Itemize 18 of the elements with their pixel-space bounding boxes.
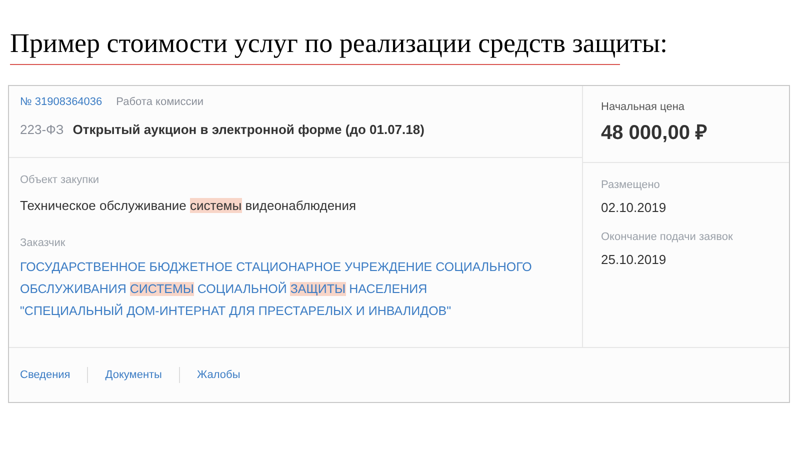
- tender-number[interactable]: № 31908364036: [20, 94, 102, 110]
- purchase-object: Техническое обслуживание системы видеонаблюдения: [20, 196, 356, 215]
- tab-link[interactable]: Жалобы: [196, 366, 240, 384]
- tab-link[interactable]: Документы: [105, 366, 162, 384]
- price-value: 48 000,00 ₽: [601, 120, 708, 146]
- customer-name[interactable]: ГОСУДАРСТВЕННОЕ БЮДЖЕТНОЕ СТАЦИОНАРНОЕ УЧРЕЖДЕНИЕ СОЦИАЛЬНОГО ОБСЛУЖИВАНИЯ СИСТЕМЫ СОЦИАЛЬНОЙ ЗАЩИТЫ НАСЕЛЕНИЯ "СПЕЦИАЛЬНЫЙ ДОМ-ИНТЕРНАТ ДЛЯ ПРЕСТАРЕЛЫХ И ИНВАЛИДОВ": [20, 256, 532, 322]
- tab-link[interactable]: Сведения: [20, 366, 70, 384]
- field-label: Заказчик: [20, 236, 66, 251]
- field-label: Объект закупки: [20, 173, 100, 188]
- procedure-title: Открытый аукцион в электронной форме (до 01.07.18): [72, 120, 424, 139]
- law-label: 223-ФЗ: [20, 120, 64, 138]
- tender-stage: Работа комиссии: [116, 95, 204, 110]
- slide-title: Пример стоимости услуг по реализации средств защиты:: [10, 27, 668, 60]
- field-label: Размещено: [601, 178, 660, 193]
- field-label: Начальная цена: [601, 100, 685, 115]
- date-value: 25.10.2019: [601, 250, 666, 268]
- date-value: 02.10.2019: [601, 198, 666, 216]
- field-label: Окончание подачи заявок: [601, 230, 733, 245]
